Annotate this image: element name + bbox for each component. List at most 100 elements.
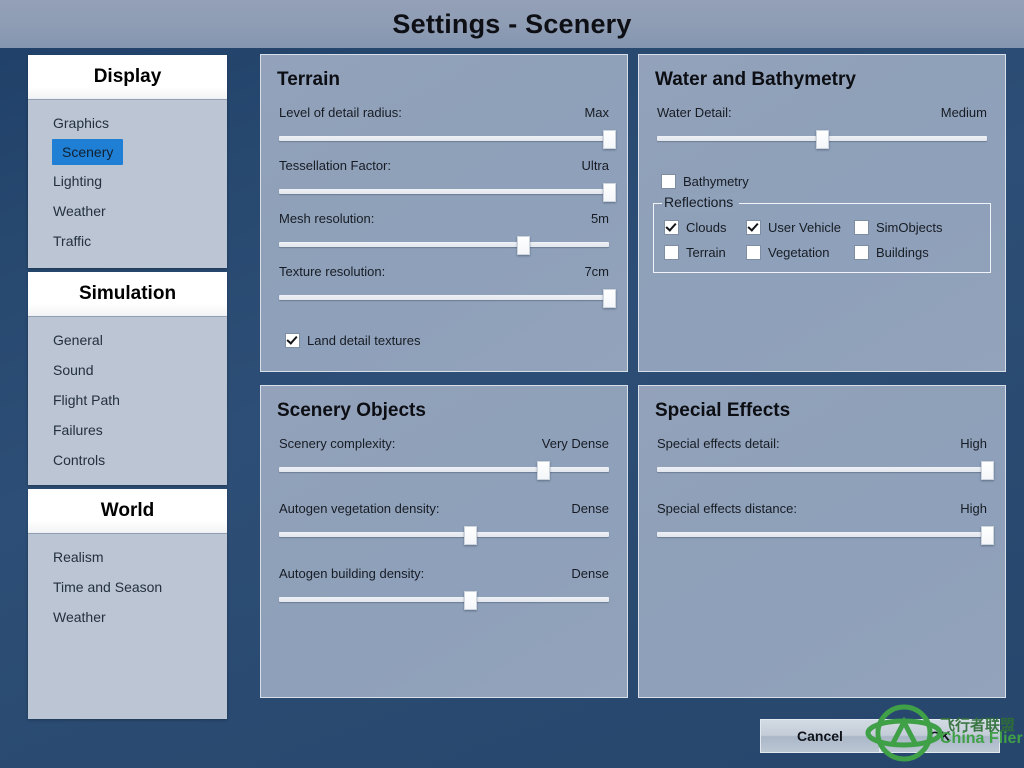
slider-thumb[interactable] [603, 183, 616, 202]
panel-title-water: Water and Bathymetry [655, 69, 856, 90]
sidebar-item-general[interactable]: General [28, 325, 227, 355]
slider-label: Special effects detail: [657, 436, 780, 451]
sidebar-item-lighting[interactable]: Lighting [28, 166, 227, 196]
sidebar-item-scenery[interactable]: Scenery [28, 138, 227, 166]
sidebar-item-controls[interactable]: Controls [28, 445, 227, 475]
checkbox-icon[interactable] [664, 220, 679, 235]
checkbox-icon[interactable] [285, 333, 300, 348]
sidebar-item-flight-path[interactable]: Flight Path [28, 385, 227, 415]
slider-label: Scenery complexity: [279, 436, 396, 451]
checkbox-reflection-simobjects[interactable]: SimObjects [854, 220, 980, 235]
slider-label: Water Detail: [657, 105, 732, 120]
slider-value: 7cm [584, 264, 609, 279]
sidebar-body-world: Realism Time and Season Weather [28, 534, 227, 719]
slider-thumb[interactable] [603, 130, 616, 149]
checkbox-reflection-buildings[interactable]: Buildings [854, 245, 980, 260]
checkbox-reflection-terrain[interactable]: Terrain [664, 245, 746, 260]
group-reflections: Reflections Clouds User Vehicle SimObjec… [653, 194, 991, 273]
slider-autogen-vegetation-density[interactable] [279, 526, 609, 545]
sidebar-item-graphics[interactable]: Graphics [28, 108, 227, 138]
slider-thumb[interactable] [603, 289, 616, 308]
slider-row-scenery-complexity: Scenery complexity: Very Dense [279, 436, 609, 489]
slider-value: Dense [571, 501, 609, 516]
checkbox-icon[interactable] [854, 220, 869, 235]
slider-special-effects-distance[interactable] [657, 526, 994, 545]
sidebar-item-label: Sound [53, 362, 94, 378]
sidebar-item-label: Realism [53, 549, 104, 565]
slider-value: Medium [940, 105, 987, 120]
slider-row-texture-resolution: Texture resolution: 7cm [279, 264, 616, 317]
slider-thumb[interactable] [464, 591, 478, 610]
slider-autogen-building-density[interactable] [279, 591, 609, 610]
panel-scenery-objects: Scenery Objects Scenery complexity: Very… [260, 385, 628, 698]
checkbox-icon[interactable] [746, 220, 761, 235]
checkbox-icon[interactable] [661, 174, 676, 189]
sidebar-group-display: Display Graphics Scenery Lighting Weathe… [28, 55, 227, 268]
sidebar-header-display: Display [28, 55, 227, 100]
checkbox-icon[interactable] [854, 245, 869, 260]
sidebar-item-traffic[interactable]: Traffic [28, 226, 227, 256]
sidebar-group-simulation: Simulation General Sound Flight Path Fai… [28, 272, 227, 485]
slider-row-mesh-resolution: Mesh resolution: 5m [279, 211, 609, 264]
checkbox-icon[interactable] [746, 245, 761, 260]
checkbox-reflection-user-vehicle[interactable]: User Vehicle [746, 220, 854, 235]
slider-mesh-resolution[interactable] [279, 236, 609, 255]
slider-thumb[interactable] [981, 526, 994, 545]
sidebar-item-label: Controls [53, 452, 106, 468]
slider-special-effects-detail[interactable] [657, 461, 994, 480]
slider-scenery-complexity[interactable] [279, 461, 609, 480]
slider-thumb[interactable] [537, 461, 550, 480]
cancel-button[interactable]: Cancel [760, 719, 880, 753]
slider-value: Very Dense [541, 436, 609, 451]
slider-thumb[interactable] [981, 461, 994, 480]
slider-track [279, 242, 609, 247]
slider-label: Texture resolution: [279, 264, 386, 279]
sidebar-item-weather-display[interactable]: Weather [28, 196, 227, 226]
checkbox-reflection-vegetation[interactable]: Vegetation [746, 245, 854, 260]
slider-track [657, 467, 987, 472]
slider-level-of-detail-radius[interactable] [279, 130, 616, 149]
slider-texture-resolution[interactable] [279, 289, 616, 308]
panel-title-special-effects: Special Effects [655, 400, 791, 421]
sidebar-item-realism[interactable]: Realism [28, 542, 227, 572]
slider-label: Level of detail radius: [279, 105, 402, 120]
panel-title-terrain: Terrain [277, 69, 341, 90]
checkbox-bathymetry[interactable]: Bathymetry [661, 174, 1005, 189]
slider-thumb[interactable] [517, 236, 531, 255]
panel-water-and-bathymetry: Water and Bathymetry Water Detail: Mediu… [638, 54, 1006, 372]
slider-value: Dense [571, 566, 609, 581]
sidebar: Display Graphics Scenery Lighting Weathe… [28, 55, 227, 723]
slider-value: 5m [590, 211, 609, 226]
slider-label: Autogen vegetation density: [279, 501, 440, 516]
slider-track [657, 532, 987, 537]
slider-value: High [960, 501, 987, 516]
slider-thumb[interactable] [464, 526, 478, 545]
checkbox-icon[interactable] [664, 245, 679, 260]
sidebar-item-label: General [53, 332, 103, 348]
sidebar-item-label: Weather [53, 609, 106, 625]
slider-thumb[interactable] [816, 130, 829, 149]
checkbox-label: Terrain [686, 245, 726, 260]
slider-row-tessellation-factor: Tessellation Factor: Ultra [279, 158, 616, 211]
sidebar-item-label: Scenery [52, 139, 124, 165]
sidebar-body-display: Graphics Scenery Lighting Weather Traffi… [28, 100, 227, 268]
sidebar-item-label: Time and Season [53, 579, 163, 595]
sidebar-item-time-and-season[interactable]: Time and Season [28, 572, 227, 602]
slider-track [279, 189, 609, 194]
slider-water-detail[interactable] [657, 130, 987, 149]
checkbox-reflection-clouds[interactable]: Clouds [664, 220, 746, 235]
ok-button[interactable]: OK [880, 719, 1000, 753]
sidebar-item-weather-world[interactable]: Weather [28, 602, 227, 632]
sidebar-header-world: World [28, 489, 227, 534]
checkbox-label: Buildings [876, 245, 929, 260]
sidebar-item-failures[interactable]: Failures [28, 415, 227, 445]
group-legend-reflections: Reflections [662, 194, 740, 210]
slider-track [279, 295, 609, 300]
slider-row-water-detail: Water Detail: Medium [657, 105, 987, 158]
checkbox-land-detail-textures[interactable]: Land detail textures [285, 333, 627, 348]
checkbox-label: Vegetation [768, 245, 830, 260]
slider-track [279, 532, 609, 537]
slider-tessellation-factor[interactable] [279, 183, 616, 202]
sidebar-item-sound[interactable]: Sound [28, 355, 227, 385]
sidebar-item-label: Graphics [53, 115, 110, 131]
